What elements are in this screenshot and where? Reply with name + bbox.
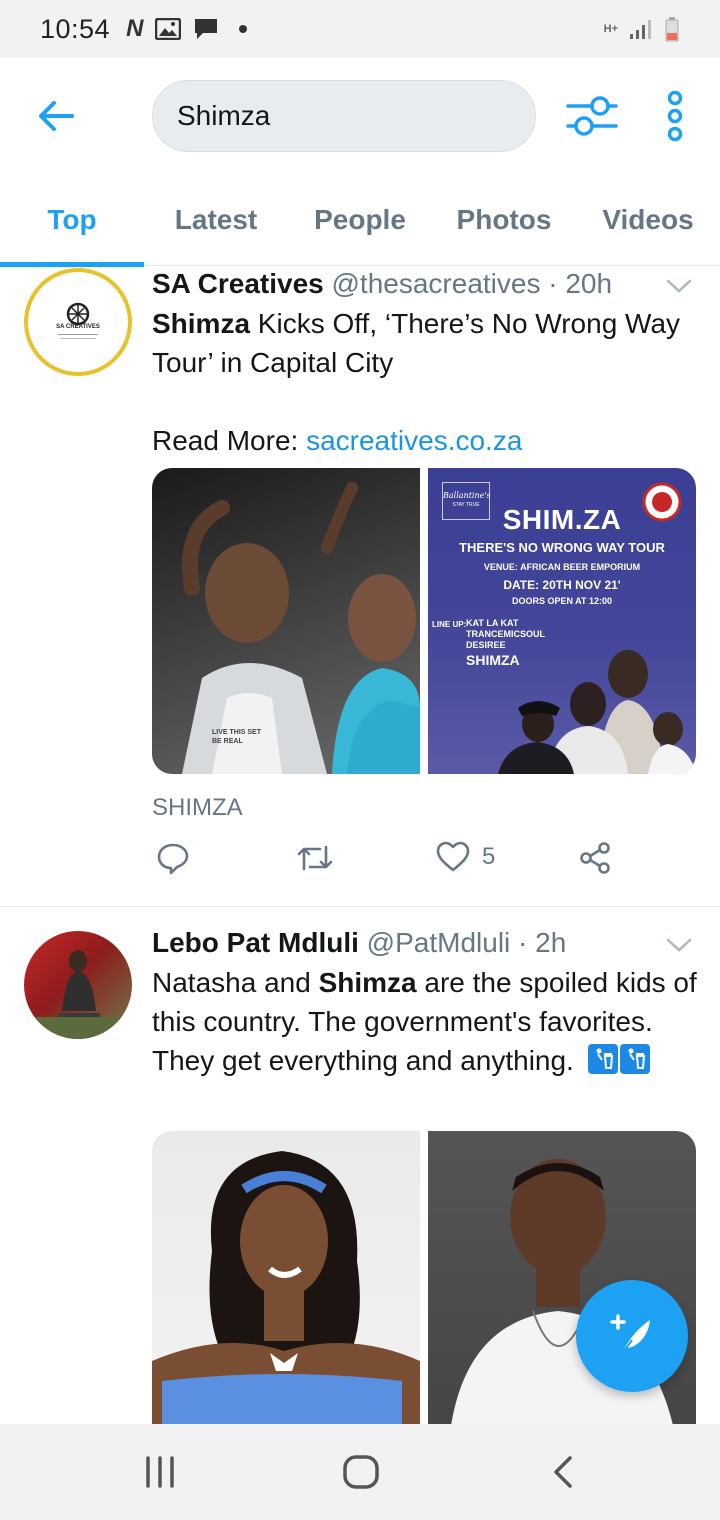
tweet-header: SA Creatives @thesacreatives · 20h: [152, 266, 700, 302]
author-handle[interactable]: @thesacreatives: [332, 268, 541, 299]
like-button[interactable]: 5: [436, 841, 495, 873]
trash-icon: [587, 1044, 618, 1074]
reply-button[interactable]: [156, 841, 190, 875]
trash-icon: [619, 1044, 650, 1074]
tab-photos[interactable]: Photos: [432, 174, 576, 266]
signal-icon: [630, 20, 651, 39]
tweet-text: Shimza Kicks Off, ‘There’s No Wrong Way …: [152, 304, 700, 382]
media-photo-poster[interactable]: Ballantine's STAY TRUE SHIM.ZA THERE'S N…: [428, 468, 696, 774]
tweet-actions: 5: [152, 841, 672, 891]
poster-doors: DOORS OPEN AT 12:00: [511, 596, 613, 606]
back-arrow-icon[interactable]: [34, 94, 78, 138]
poster-date: DATE: 20TH NOV 21': [503, 578, 621, 592]
battery-icon: [665, 17, 679, 42]
read-more-line: Read More: sacreatives.co.za: [152, 421, 700, 460]
poster-lineup-label: LINE UP:: [432, 620, 467, 629]
retweet-icon: [297, 845, 333, 871]
poster-artists-image: [498, 650, 696, 774]
poster-venue: VENUE: AFRICAN BEER EMPORIUM: [483, 562, 641, 572]
tab-videos[interactable]: Videos: [576, 174, 720, 266]
network-type-label: H+: [603, 23, 618, 35]
highlight-term: Shimza: [152, 308, 251, 339]
avatar-logo-text: SA CREATIVES: [56, 324, 100, 330]
sliders-icon[interactable]: [566, 92, 618, 140]
status-bar: 10:54 N H+: [0, 0, 720, 58]
search-input[interactable]: Shimza: [152, 80, 536, 152]
tweet-link[interactable]: sacreatives.co.za: [306, 425, 522, 456]
poster-title: SHIM.ZA: [502, 504, 622, 535]
notification-dot-icon: [239, 25, 248, 33]
gallery-icon: [155, 18, 182, 40]
like-count: 5: [482, 843, 496, 870]
tweet-time: 20h: [565, 268, 613, 299]
avatar[interactable]: SA CREATIVES: [24, 268, 132, 376]
tweet-media: LIVE THIS SET BE REAL Ballantine's STAY …: [152, 468, 696, 774]
meta-separator: ·: [518, 927, 528, 958]
brand-name: Ballantine's: [443, 491, 491, 500]
compose-tweet-button[interactable]: [576, 1280, 688, 1392]
avatar[interactable]: [24, 931, 132, 1039]
meta-separator: ·: [548, 268, 558, 299]
retweet-button[interactable]: [296, 841, 334, 875]
tweet-time: 2h: [535, 927, 567, 958]
netflix-icon: N: [126, 15, 144, 42]
chevron-down-icon[interactable]: [664, 274, 694, 298]
back-nav-icon[interactable]: [548, 1454, 580, 1490]
highlight-term: Shimza: [318, 967, 417, 998]
author-name[interactable]: SA Creatives: [152, 268, 324, 299]
search-query: Shimza: [177, 100, 271, 131]
tab-latest[interactable]: Latest: [144, 174, 288, 266]
tab-people[interactable]: People: [288, 174, 432, 266]
home-icon[interactable]: [342, 1454, 380, 1490]
media-caption: SHIMZA: [152, 794, 243, 821]
vertical-dots-icon[interactable]: [660, 90, 690, 142]
tweet-card[interactable]: SA CREATIVES SA Creatives @thesacreative…: [0, 266, 720, 906]
tweet-text-start: Natasha and: [152, 967, 319, 998]
status-time: 10:54: [40, 13, 111, 44]
author-handle[interactable]: @PatMdluli: [367, 927, 511, 958]
tweet-text: Natasha and Shimza are the spoiled kids …: [152, 963, 700, 1080]
read-more-label: Read More:: [152, 425, 299, 456]
feather-plus-icon: [610, 1314, 650, 1355]
tab-top[interactable]: Top: [0, 174, 144, 267]
chevron-down-icon[interactable]: [664, 933, 694, 957]
lineup-item: KAT LA KAT: [466, 618, 519, 628]
shirt-text: LIVE THIS SET BE REAL: [212, 729, 262, 745]
media-photo-crowd[interactable]: LIVE THIS SET BE REAL: [152, 468, 420, 774]
author-name[interactable]: Lebo Pat Mdluli: [152, 927, 359, 958]
media-photo-natasha[interactable]: [152, 1131, 420, 1424]
speech-bubble-icon: [157, 843, 189, 875]
share-icon: [580, 842, 610, 874]
poster-subtitle: THERE'S NO WRONG WAY TOUR: [459, 540, 665, 555]
message-icon: [195, 19, 218, 39]
search-tabs: Top Latest People Photos Videos: [0, 174, 720, 267]
search-header: Shimza: [0, 58, 720, 174]
recent-apps-icon[interactable]: [142, 1454, 178, 1490]
heart-icon: [436, 841, 470, 872]
system-navigation-bar: [0, 1424, 720, 1520]
share-button[interactable]: [578, 841, 612, 875]
tweet-header: Lebo Pat Mdluli @PatMdluli · 2h: [152, 925, 700, 961]
